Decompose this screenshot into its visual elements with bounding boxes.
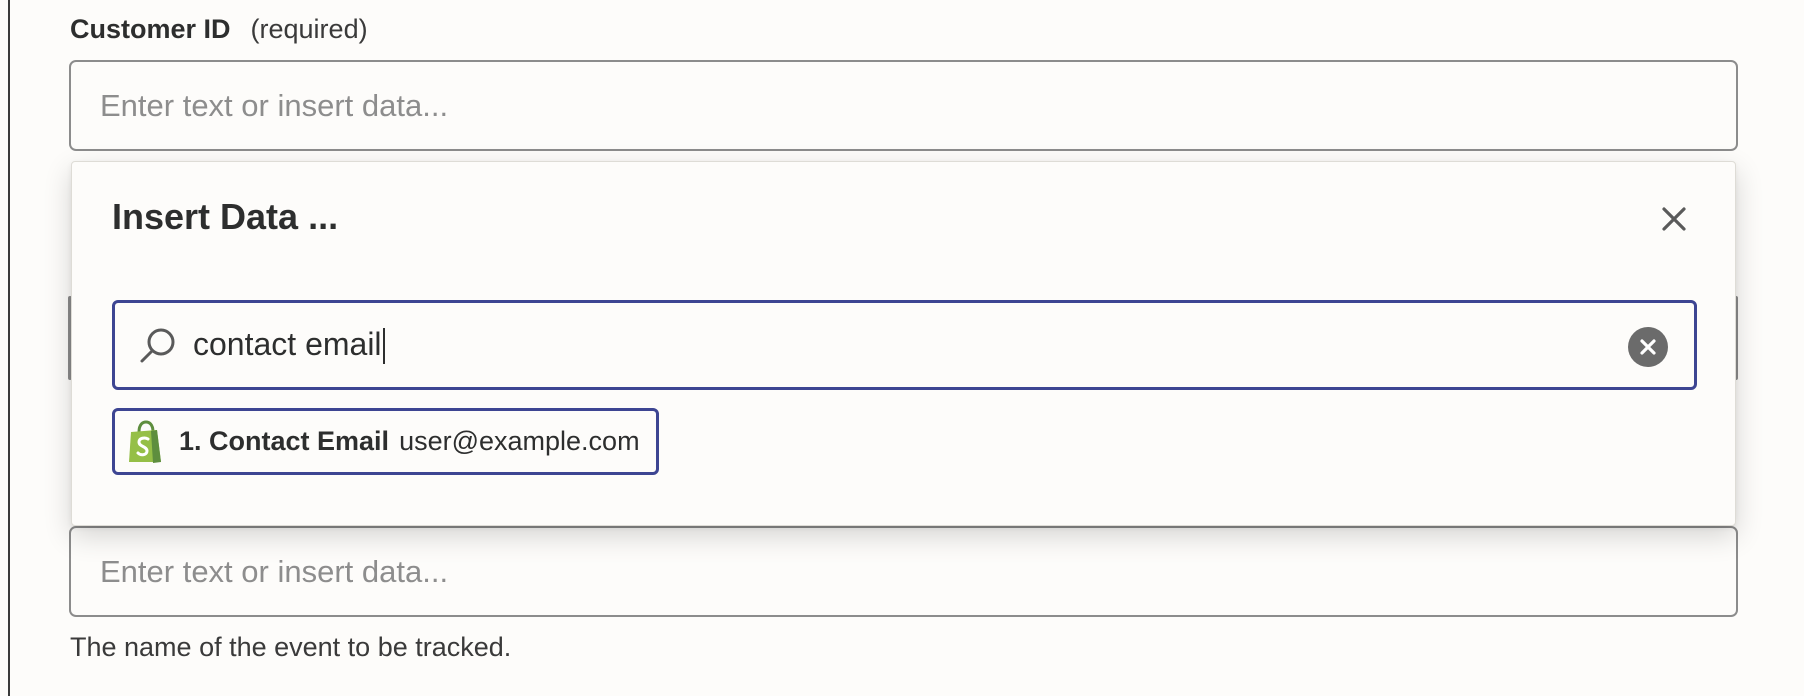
search-icon [140, 328, 175, 363]
customer-id-label-text: Customer ID [70, 14, 231, 44]
window-edge [0, 0, 10, 696]
required-indicator: (required) [250, 14, 368, 44]
popover-title: Insert Data ... [112, 196, 339, 237]
search-result-item[interactable]: 1. Contact Email user@example.com [112, 408, 659, 475]
result-value: user@example.com [399, 426, 640, 456]
search-input[interactable]: contact email [112, 300, 1697, 390]
customer-id-label: Customer ID (required) [70, 14, 368, 45]
shopify-bag-icon [129, 419, 161, 463]
event-name-help-text: The name of the event to be tracked. [70, 632, 512, 662]
result-label: 1. Contact Email [179, 426, 390, 456]
insert-data-popover: Insert Data ... contact email 1. Contact… [71, 161, 1736, 526]
event-name-input[interactable]: Enter text or insert data... [69, 526, 1738, 617]
customer-id-input[interactable]: Enter text or insert data... [69, 60, 1738, 151]
customer-id-placeholder: Enter text or insert data... [100, 87, 449, 123]
event-name-placeholder: Enter text or insert data... [100, 553, 449, 589]
clear-icon [1640, 339, 1656, 355]
close-icon [1662, 207, 1686, 231]
clear-search-button[interactable] [1628, 327, 1668, 367]
search-value-text: contact email [193, 325, 382, 362]
search-value: contact email [193, 326, 385, 365]
text-caret [382, 328, 385, 365]
close-button[interactable] [1659, 204, 1689, 234]
